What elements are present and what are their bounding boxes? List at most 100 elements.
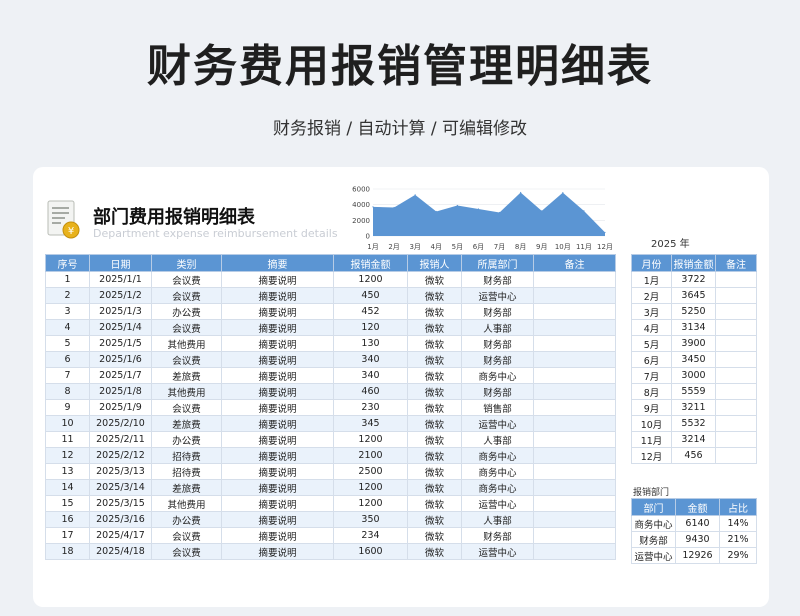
table-cell[interactable]: 财务部 xyxy=(631,531,676,548)
table-cell[interactable]: 微软 xyxy=(407,335,462,352)
table-cell[interactable]: 招待费 xyxy=(151,447,222,464)
table-cell[interactable]: 差旅费 xyxy=(151,415,222,432)
table-cell[interactable]: 运营中心 xyxy=(631,547,676,564)
table-cell[interactable]: 4月 xyxy=(631,319,672,336)
table-cell[interactable]: 摘要说明 xyxy=(221,463,334,480)
table-cell[interactable]: 会议费 xyxy=(151,543,222,560)
table-cell[interactable]: 2025/2/12 xyxy=(89,447,152,464)
table-cell[interactable]: 其他费用 xyxy=(151,495,222,512)
table-cell[interactable] xyxy=(715,351,757,368)
table-cell[interactable]: 微软 xyxy=(407,431,462,448)
table-cell[interactable]: 财务部 xyxy=(461,335,534,352)
table-cell[interactable] xyxy=(715,431,757,448)
table-cell[interactable]: 人事部 xyxy=(461,511,534,528)
table-cell[interactable]: 2100 xyxy=(333,447,408,464)
table-cell[interactable]: 人事部 xyxy=(461,319,534,336)
table-cell[interactable]: 招待费 xyxy=(151,463,222,480)
table-cell[interactable] xyxy=(715,335,757,352)
table-cell[interactable]: 2025/4/18 xyxy=(89,543,152,560)
table-cell[interactable]: 350 xyxy=(333,511,408,528)
table-cell[interactable]: 差旅费 xyxy=(151,479,222,496)
table-cell[interactable]: 2025/3/16 xyxy=(89,511,152,528)
table-cell[interactable]: 6月 xyxy=(631,351,672,368)
table-cell[interactable]: 其他费用 xyxy=(151,383,222,400)
table-cell[interactable]: 差旅费 xyxy=(151,367,222,384)
table-cell[interactable]: 6 xyxy=(45,351,90,368)
table-cell[interactable] xyxy=(533,399,616,416)
table-cell[interactable]: 21% xyxy=(719,531,757,548)
table-cell[interactable]: 摘要说明 xyxy=(221,511,334,528)
table-cell[interactable] xyxy=(533,447,616,464)
table-cell[interactable]: 460 xyxy=(333,383,408,400)
table-cell[interactable]: 会议费 xyxy=(151,319,222,336)
table-cell[interactable]: 摘要说明 xyxy=(221,303,334,320)
table-cell[interactable]: 摘要说明 xyxy=(221,447,334,464)
table-cell[interactable]: 销售部 xyxy=(461,399,534,416)
table-cell[interactable] xyxy=(533,495,616,512)
table-cell[interactable]: 摘要说明 xyxy=(221,495,334,512)
table-cell[interactable]: 摘要说明 xyxy=(221,383,334,400)
table-cell[interactable]: 会议费 xyxy=(151,351,222,368)
table-cell[interactable]: 456 xyxy=(671,447,716,464)
table-cell[interactable]: 15 xyxy=(45,495,90,512)
table-cell[interactable]: 微软 xyxy=(407,287,462,304)
table-cell[interactable]: 18 xyxy=(45,543,90,560)
table-cell[interactable]: 130 xyxy=(333,335,408,352)
table-cell[interactable]: 13 xyxy=(45,463,90,480)
table-cell[interactable]: 2025/4/17 xyxy=(89,527,152,544)
table-cell[interactable]: 摘要说明 xyxy=(221,479,334,496)
table-cell[interactable]: 人事部 xyxy=(461,431,534,448)
table-cell[interactable]: 摘要说明 xyxy=(221,399,334,416)
table-cell[interactable]: 微软 xyxy=(407,447,462,464)
table-cell[interactable]: 9月 xyxy=(631,399,672,416)
table-cell[interactable]: 6140 xyxy=(675,515,720,532)
table-cell[interactable] xyxy=(533,463,616,480)
table-cell[interactable]: 2025/2/10 xyxy=(89,415,152,432)
table-cell[interactable]: 2月 xyxy=(631,287,672,304)
table-cell[interactable]: 微软 xyxy=(407,511,462,528)
table-cell[interactable]: 1600 xyxy=(333,543,408,560)
table-cell[interactable]: 摘要说明 xyxy=(221,319,334,336)
table-cell[interactable]: 3450 xyxy=(671,351,716,368)
table-cell[interactable]: 5559 xyxy=(671,383,716,400)
table-cell[interactable]: 345 xyxy=(333,415,408,432)
table-cell[interactable]: 微软 xyxy=(407,271,462,288)
table-cell[interactable] xyxy=(715,367,757,384)
table-cell[interactable]: 3211 xyxy=(671,399,716,416)
table-cell[interactable]: 财务部 xyxy=(461,271,534,288)
table-cell[interactable]: 运营中心 xyxy=(461,415,534,432)
table-cell[interactable] xyxy=(533,511,616,528)
table-cell[interactable]: 1月 xyxy=(631,271,672,288)
table-cell[interactable]: 微软 xyxy=(407,351,462,368)
table-cell[interactable]: 4 xyxy=(45,319,90,336)
table-cell[interactable]: 1200 xyxy=(333,495,408,512)
table-cell[interactable] xyxy=(533,287,616,304)
table-cell[interactable]: 财务部 xyxy=(461,351,534,368)
table-cell[interactable]: 2025/3/14 xyxy=(89,479,152,496)
table-cell[interactable]: 120 xyxy=(333,319,408,336)
table-cell[interactable]: 运营中心 xyxy=(461,287,534,304)
table-cell[interactable]: 12926 xyxy=(675,547,720,564)
table-cell[interactable] xyxy=(533,543,616,560)
table-cell[interactable]: 摘要说明 xyxy=(221,527,334,544)
table-cell[interactable]: 17 xyxy=(45,527,90,544)
table-cell[interactable] xyxy=(533,319,616,336)
table-cell[interactable]: 财务部 xyxy=(461,383,534,400)
table-cell[interactable]: 微软 xyxy=(407,495,462,512)
table-cell[interactable]: 2025/1/3 xyxy=(89,303,152,320)
table-cell[interactable]: 2025/3/13 xyxy=(89,463,152,480)
table-cell[interactable] xyxy=(715,383,757,400)
table-cell[interactable]: 摘要说明 xyxy=(221,335,334,352)
table-cell[interactable]: 3134 xyxy=(671,319,716,336)
table-cell[interactable] xyxy=(533,303,616,320)
table-cell[interactable] xyxy=(715,287,757,304)
table-cell[interactable]: 3月 xyxy=(631,303,672,320)
table-cell[interactable]: 2025/1/2 xyxy=(89,287,152,304)
table-cell[interactable]: 7月 xyxy=(631,367,672,384)
table-cell[interactable]: 摘要说明 xyxy=(221,271,334,288)
table-cell[interactable] xyxy=(533,415,616,432)
table-cell[interactable]: 9430 xyxy=(675,531,720,548)
table-cell[interactable]: 办公费 xyxy=(151,303,222,320)
table-cell[interactable]: 商务中心 xyxy=(461,447,534,464)
table-cell[interactable] xyxy=(533,367,616,384)
